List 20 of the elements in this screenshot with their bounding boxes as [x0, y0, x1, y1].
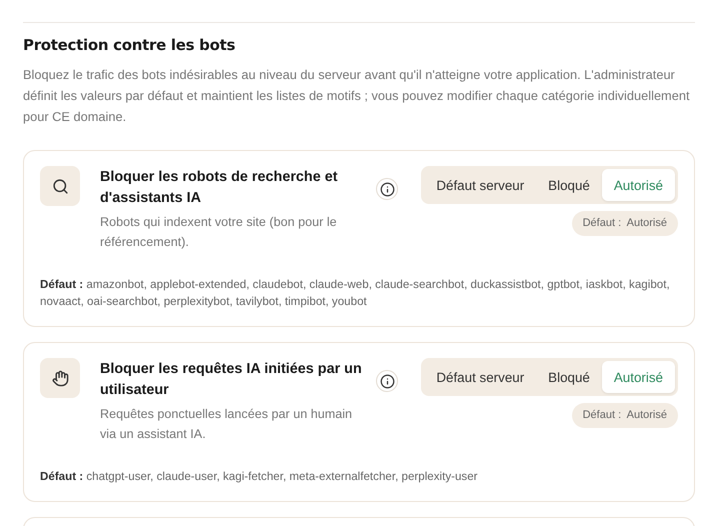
section-description: Bloquez le trafic des bots indésirables au niveau du serveur avant qu'il n'atteigne votre application. L'administrateur définit les valeurs par défaut et maintient les listes de motifs ; vous pouvez modifier chaque catégorie individuellement pour CE domaine. — [23, 66, 691, 126]
default-badge: Défaut : Autorisé — [572, 211, 678, 236]
section-title: Protection contre les bots — [23, 36, 236, 54]
mode-option[interactable]: Autorisé — [602, 169, 675, 201]
mode-option[interactable]: Défaut serveur — [424, 169, 536, 201]
default-bot-list: Défaut : amazonbot, applebot-extended, claudebot, claude-web, claude-searchbot, duckassistbot, gptbot, iaskbot, kagibot, novaact, oai-searchbot, perplexitybot, tavilybot, timpibot, youbot — [40, 276, 678, 310]
mode-option[interactable]: Bloqué — [536, 169, 602, 201]
search-icon — [40, 166, 80, 206]
default-bot-list: Défaut : chatgpt-user, claude-user, kagi-fetcher, meta-externalfetcher, perplexity-user — [40, 468, 678, 485]
mode-option[interactable]: Bloqué — [536, 361, 602, 393]
category-description: Requêtes ponctuelles lancées par un humain via un assistant IA. — [100, 406, 354, 443]
mode-option[interactable]: Autorisé — [602, 361, 675, 393]
mode-option[interactable]: Défaut serveur — [424, 361, 536, 393]
info-button[interactable] — [376, 178, 398, 200]
hand-icon — [40, 358, 80, 398]
category-title: Bloquer les requêtes IA initiées par un utilisateur — [100, 360, 362, 400]
category-description: Robots qui indexent votre site (bon pour le référencement). — [100, 214, 338, 251]
info-button[interactable] — [376, 370, 398, 392]
default-badge: Défaut : Autorisé — [572, 403, 678, 428]
category-title: Bloquer les robots de recherche et d'assistants IA — [100, 168, 339, 208]
